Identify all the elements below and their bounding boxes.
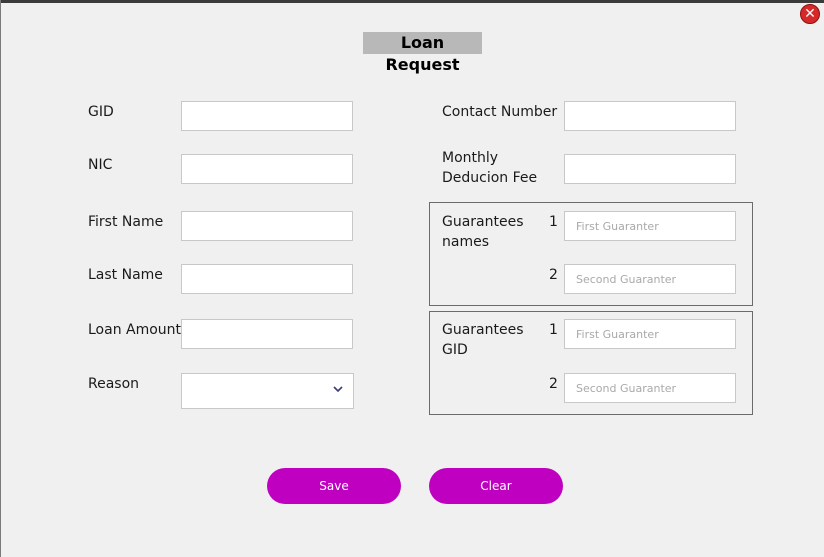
gid-input[interactable] (181, 101, 353, 131)
loan-amount-input[interactable] (181, 319, 353, 349)
close-icon: ✕ (804, 6, 816, 22)
close-button[interactable]: ✕ (800, 4, 820, 24)
second-guarantor-gid-input[interactable] (564, 373, 736, 403)
window-left-edge (0, 0, 1, 557)
last-name-input[interactable] (181, 264, 353, 294)
first-guarantor-name-input[interactable] (564, 211, 736, 241)
nic-label: NIC (88, 157, 113, 173)
reason-label: Reason (88, 376, 140, 392)
nic-input[interactable] (181, 154, 353, 184)
last-name-label: Last Name (88, 267, 163, 283)
first-name-input[interactable] (181, 211, 353, 241)
first-name-label: First Name (88, 214, 164, 230)
monthly-deduction-input[interactable] (564, 154, 736, 184)
guarantees-gid-label: Guarantees GID (442, 322, 524, 358)
contact-number-input[interactable] (564, 101, 736, 131)
gid-label: GID (88, 104, 114, 120)
reason-select[interactable] (181, 373, 354, 409)
guarantees-names-label: Guarantees names (442, 214, 524, 250)
guarantor-1-number: 1 (549, 214, 558, 230)
window-top-edge (0, 0, 824, 3)
first-guarantor-gid-input[interactable] (564, 319, 736, 349)
page-title: Loan Request (363, 32, 482, 74)
chevron-down-icon (333, 382, 343, 396)
monthly-deduction-label: Monthly Deducion Fee (442, 150, 538, 186)
second-guarantor-name-input[interactable] (564, 264, 736, 294)
guarantor-gid-2-number: 2 (549, 376, 558, 392)
clear-button[interactable]: Clear (429, 468, 563, 504)
guarantor-gid-1-number: 1 (549, 322, 558, 338)
guarantor-2-number: 2 (549, 267, 558, 283)
loan-amount-label: Loan Amount (88, 322, 182, 338)
save-button[interactable]: Save (267, 468, 401, 504)
contact-number-label: Contact Number (442, 104, 558, 120)
